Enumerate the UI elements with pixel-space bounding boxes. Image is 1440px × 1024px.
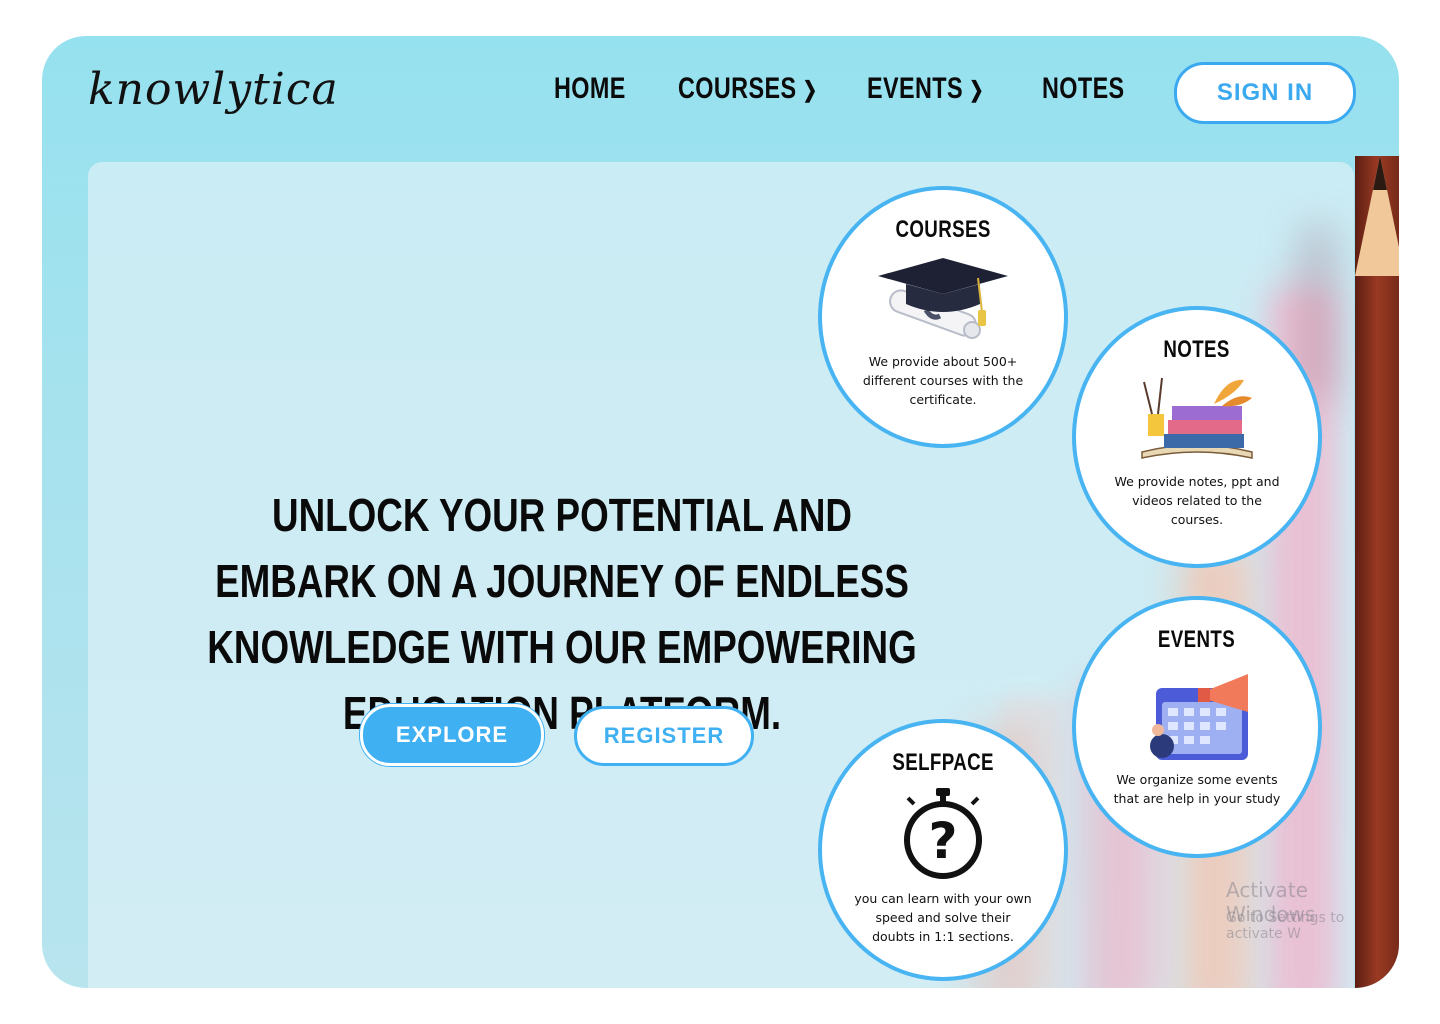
nav-events[interactable]: EVENTS ❯ [867,72,984,106]
feature-events-desc: We organize some events that are help in… [1113,772,1281,806]
brand-logo[interactable]: knowlytica [88,64,339,115]
feature-selfpace-desc: you can learn with your own speed and so… [854,891,1032,944]
chevron-down-icon: ❯ [802,77,818,103]
nav-courses-label: COURSES [678,72,797,105]
activation-watermark-subtitle: Go to Settings to activate W [1226,910,1345,942]
books-icon [1141,377,1253,459]
pencil-lead [1373,156,1387,190]
graduation-cap-icon [878,258,1008,339]
chevron-down-icon: ❯ [969,77,984,103]
nav-notes[interactable]: NOTES [1042,72,1125,106]
feature-selfpace[interactable]: SELFPACE ? you can learn with your own s… [818,719,1068,981]
nav-events-label: EVENTS [867,72,963,105]
feature-courses-title: COURSES [895,216,991,243]
feature-notes[interactable]: NOTES We provide notes, ppt and videos r… [1072,306,1322,568]
feature-courses-desc: We provide about 500+ different courses … [862,354,1024,407]
stopwatch-question-icon: ? [904,788,982,879]
feature-notes-desc: We provide notes, ppt and videos related… [1114,474,1280,527]
calendar-megaphone-icon [1150,674,1248,760]
nav-notes-label: NOTES [1042,72,1125,105]
nav-courses[interactable]: COURSES ❯ [678,72,817,106]
pencil-body [1355,156,1399,988]
nav-home[interactable]: HOME [554,72,626,106]
nav-home-label: HOME [554,72,626,105]
feature-events[interactable]: EVENTS We organize some events that are … [1072,596,1322,858]
hero-headline: UNLOCK YOUR POTENTIAL AND EMBARK ON A JO… [207,489,917,739]
register-button[interactable]: REGISTER [574,706,754,766]
sign-in-button[interactable]: SIGN IN [1174,62,1356,124]
feature-notes-title: NOTES [1163,336,1231,363]
svg-text:?: ? [928,812,957,870]
explore-button[interactable]: EXPLORE [360,704,544,766]
feature-selfpace-title: SELFPACE [892,749,994,776]
feature-courses[interactable]: COURSES We provide about 500+ different … [818,186,1068,448]
page-frame: knowlytica HOME COURSES ❯ EVENTS ❯ NOTES S… [42,36,1399,988]
feature-events-title: EVENTS [1158,626,1236,653]
